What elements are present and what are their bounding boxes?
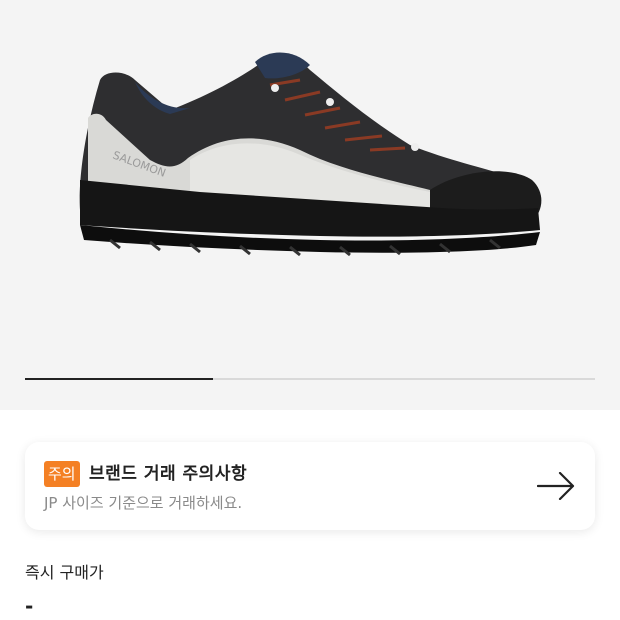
image-pager-track [25, 378, 595, 380]
product-image-area[interactable]: SALOMON [0, 0, 620, 410]
shoe-image: SALOMON [79, 52, 542, 257]
arrow-right-icon[interactable] [537, 472, 575, 500]
caution-badge: 주의 [44, 461, 80, 487]
instant-buy-price-label: 즉시 구매가 [25, 563, 104, 582]
notice-subtitle: JP 사이즈 기준으로 거래하세요. [44, 494, 243, 512]
brand-notice-card[interactable]: 주의 브랜드 거래 주의사항 JP 사이즈 기준으로 거래하세요. [25, 442, 595, 530]
notice-title: 브랜드 거래 주의사항 [89, 464, 248, 484]
image-pager-indicator [25, 378, 214, 380]
instant-buy-price-value: - [25, 594, 34, 618]
